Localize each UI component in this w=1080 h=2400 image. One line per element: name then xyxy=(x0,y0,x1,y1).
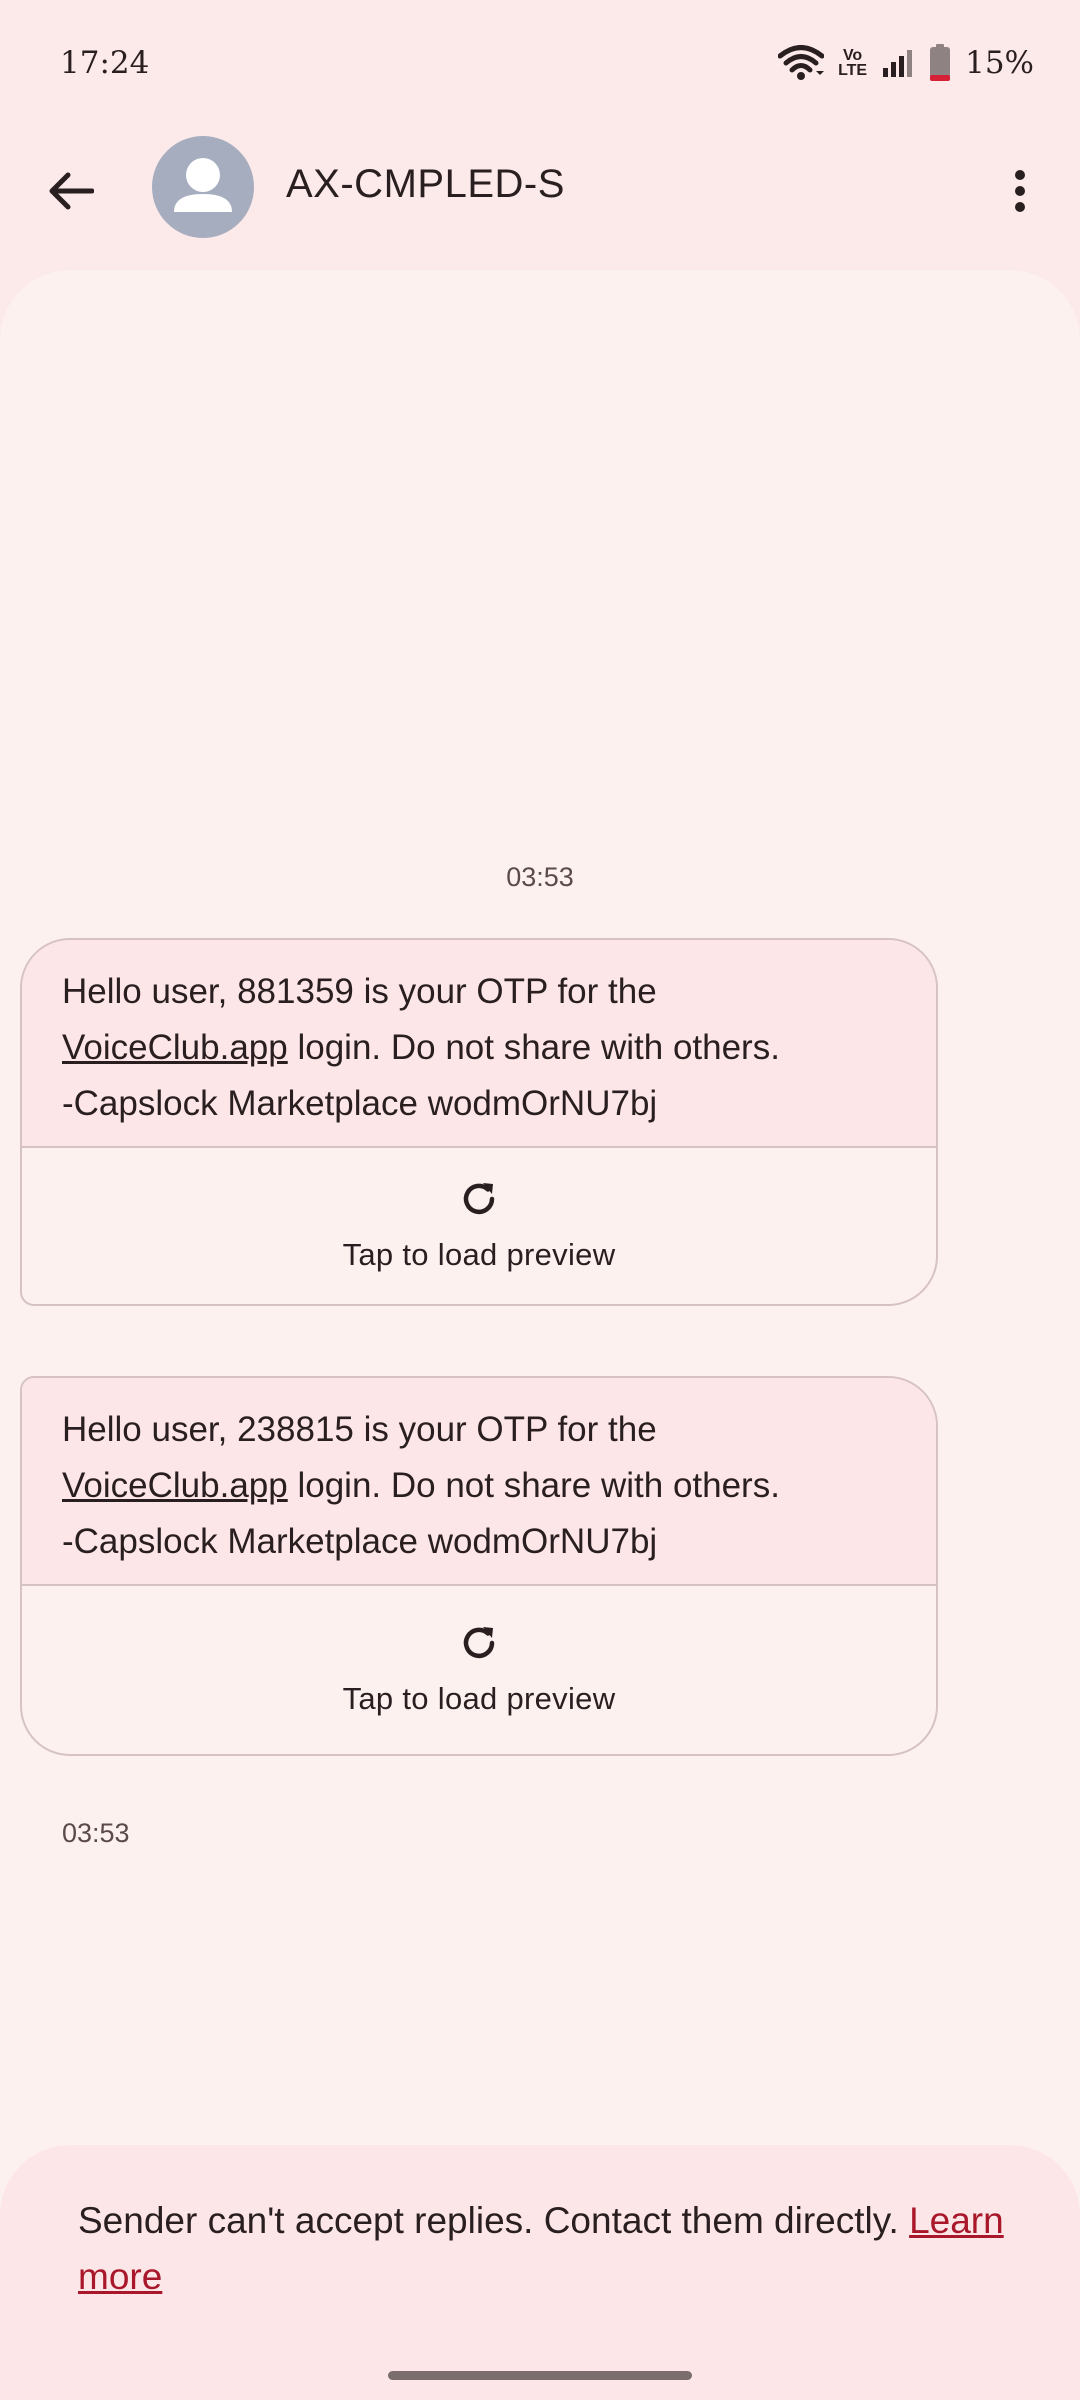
link-preview[interactable]: Tap to load preview xyxy=(22,1586,936,1754)
status-time: 17:24 xyxy=(60,44,150,81)
more-options-button[interactable] xyxy=(988,156,1052,226)
status-bar: 17:24 Vo LTE 15% xyxy=(0,0,1080,125)
message-link[interactable]: VoiceClub.app xyxy=(62,1466,288,1505)
volte-icon: Vo LTE xyxy=(838,46,868,79)
message-timestamp: 03:53 xyxy=(62,1818,130,1848)
contact-name[interactable]: AX-CMPLED-S xyxy=(286,162,565,207)
notice-text: Sender can't accept replies. Contact the… xyxy=(78,2200,910,2241)
conversation-panel[interactable] xyxy=(0,270,1080,2400)
message-text: Hello user, 238815 is your OTP for the V… xyxy=(22,1378,936,1586)
gesture-handle[interactable] xyxy=(388,2371,692,2380)
back-button[interactable] xyxy=(36,156,106,226)
arrow-back-icon xyxy=(49,172,94,210)
wifi-icon xyxy=(778,44,825,81)
refresh-icon xyxy=(463,1183,495,1215)
more-vert-icon xyxy=(1015,170,1025,212)
date-header: 03:53 xyxy=(506,862,574,892)
message-text: Hello user, 881359 is your OTP for the V… xyxy=(22,940,936,1148)
messages-screen: 17:24 Vo LTE 15% AX-CMPLED-S 03:53 Hello… xyxy=(0,0,1080,2400)
status-icons: Vo LTE 15% xyxy=(778,43,1034,82)
avatar[interactable] xyxy=(152,136,254,238)
battery-percent: 15% xyxy=(965,44,1034,81)
refresh-icon xyxy=(463,1627,495,1659)
message-bubble[interactable]: Hello user, 881359 is your OTP for the V… xyxy=(20,938,938,1306)
battery-icon xyxy=(929,43,951,82)
preview-label: Tap to load preview xyxy=(342,1237,616,1272)
message-link[interactable]: VoiceClub.app xyxy=(62,1028,288,1067)
reply-notice: Sender can't accept replies. Contact the… xyxy=(0,2145,1080,2400)
person-icon xyxy=(174,158,232,212)
message-bubble[interactable]: Hello user, 238815 is your OTP for the V… xyxy=(20,1376,938,1756)
preview-label: Tap to load preview xyxy=(342,1681,616,1716)
signal-icon xyxy=(881,48,915,78)
link-preview[interactable]: Tap to load preview xyxy=(22,1148,936,1304)
app-bar: AX-CMPLED-S xyxy=(0,130,1080,245)
